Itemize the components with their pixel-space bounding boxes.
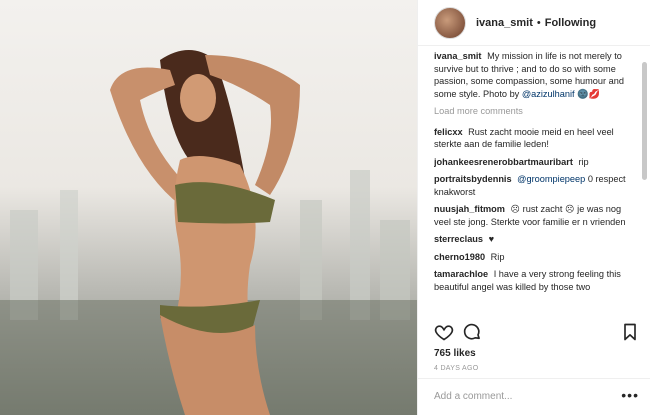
likes-count[interactable]: 765 likes <box>434 348 476 359</box>
comment-username[interactable]: sterreclaus <box>434 234 483 244</box>
comment-username[interactable]: felicxx <box>434 127 463 137</box>
comment-icon[interactable] <box>462 322 482 347</box>
comment-username[interactable]: nuusjah_fitmom <box>434 204 505 214</box>
comment-text: Rip <box>490 251 505 262</box>
comments-list: ivana_smit My mission in life is not mer… <box>434 50 634 315</box>
more-options-icon[interactable]: ••• <box>621 387 639 403</box>
post-photo-image <box>0 50 417 415</box>
comment-mention[interactable]: @groompiepeep <box>517 174 585 184</box>
comment-username[interactable]: portraitsbydennis <box>434 174 512 184</box>
add-comment-placeholder: Add a comment... <box>434 391 513 402</box>
comment-username[interactable]: cherno1980 <box>434 252 485 262</box>
comment-text: rip <box>578 156 589 167</box>
scrollbar[interactable] <box>642 62 647 180</box>
caption-username[interactable]: ivana_smit <box>434 51 482 61</box>
timestamp[interactable]: 4 DAYS AGO <box>434 365 479 372</box>
comment-item: portraitsbydennis @groompiepeep 0 respec… <box>434 173 634 198</box>
caption: ivana_smit My mission in life is not mer… <box>434 50 634 100</box>
comment-item: felicxx Rust zacht mooie meid en heel ve… <box>434 126 634 151</box>
action-bar <box>434 322 640 344</box>
header-separator: • <box>536 16 541 29</box>
following-button[interactable]: Following <box>545 17 596 29</box>
caption-mention[interactable]: @azizulhanif <box>522 89 575 99</box>
comment-username[interactable]: johankeesrenerobbartmauribart <box>434 157 573 167</box>
post-panel: ivana_smit • Following ivana_smit My mis… <box>417 0 650 415</box>
load-more-comments[interactable]: Load more comments <box>434 105 634 118</box>
comment-item: tamarachloe I have a very strong feeling… <box>434 268 634 293</box>
heart-icon[interactable] <box>434 322 454 347</box>
post-header: ivana_smit • Following <box>418 0 650 46</box>
add-comment-input[interactable]: Add a comment... ••• <box>418 378 650 415</box>
comment-item: johankeesrenerobbartmauribart rip <box>434 156 634 169</box>
comment-item: nuusjah_fitmom ☹ rust zacht ☹ je was nog… <box>434 203 634 228</box>
comment-item: cherno1980 Rip <box>434 251 634 264</box>
instagram-post: ivana_smit • Following ivana_smit My mis… <box>0 0 650 415</box>
comment-text: ♥ <box>488 234 495 244</box>
caption-emoji: 🌚💋 <box>577 88 601 99</box>
comment-username[interactable]: tamarachloe <box>434 269 488 279</box>
bookmark-icon[interactable] <box>620 322 640 347</box>
comment-item: sterreclaus ♥ <box>434 233 634 246</box>
header-username[interactable]: ivana_smit <box>476 17 533 29</box>
avatar[interactable] <box>434 6 466 39</box>
post-photo[interactable] <box>0 0 417 415</box>
